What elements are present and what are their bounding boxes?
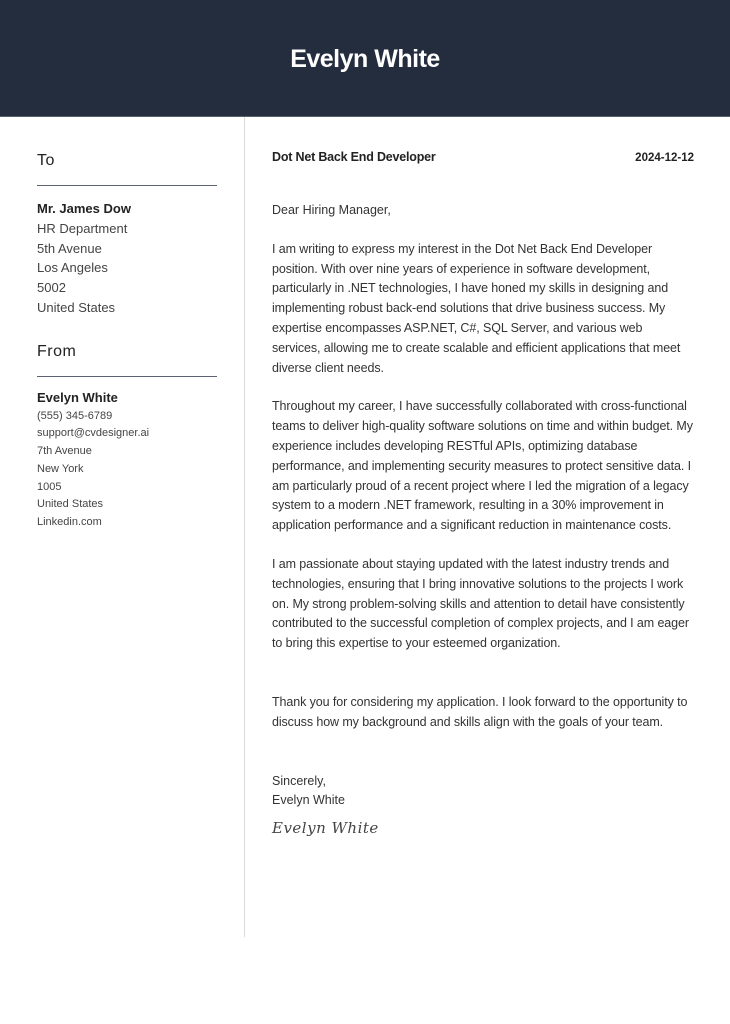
- letter-heading-row: Dot Net Back End Developer 2024-12-12: [272, 150, 694, 174]
- recipient-department: HR Department: [37, 220, 128, 236]
- sender-email: support@cvdesigner.ai: [37, 427, 150, 440]
- paragraph-passion: I am passionate about staying updated wi…: [272, 556, 689, 651]
- salutation: Dear Hiring Manager,: [272, 203, 391, 217]
- page-header: Evelyn White: [0, 0, 730, 117]
- column-divider: [244, 117, 245, 937]
- closing-phrase: Sincerely,: [272, 773, 326, 788]
- sender-city: New York: [37, 462, 84, 475]
- recipient-country: United States: [37, 299, 116, 315]
- recipient-block: Mr. James Dow HR Department 5th Avenue L…: [37, 199, 217, 318]
- recipient-postcode: 5002: [37, 280, 66, 296]
- letter-date: 2024-12-12: [635, 152, 694, 164]
- recipient-name: Mr. James Dow: [37, 201, 131, 216]
- from-section-rule: [37, 375, 217, 377]
- sender-name: Evelyn White: [37, 389, 118, 405]
- closing-name: Evelyn White: [272, 793, 345, 808]
- letter-body: Dot Net Back End Developer 2024-12-12 De…: [272, 150, 694, 837]
- to-section-rule: [37, 185, 217, 186]
- job-title: Dot Net Back End Developer: [272, 150, 436, 164]
- sidebar: To Mr. James Dow HR Department 5th Avenu…: [37, 150, 217, 532]
- header-name: Evelyn White: [290, 44, 440, 73]
- sender-phone: (555) 345-6789: [37, 409, 113, 422]
- paragraph-thanks: Thank you for considering my application…: [272, 694, 688, 729]
- recipient-city: Los Angeles: [37, 260, 108, 276]
- from-section-title: From: [37, 342, 77, 360]
- sender-country: United States: [37, 498, 104, 511]
- sender-street: 7th Avenue: [37, 445, 92, 458]
- sender-block: Evelyn White (555) 345-6789 support@cvde…: [37, 388, 217, 532]
- closing: Sincerely, Evelyn White: [272, 772, 694, 812]
- paragraph-experience: Throughout my career, I have successfull…: [272, 399, 693, 533]
- sender-linkedin: Linkedin.com: [37, 516, 102, 528]
- to-section-title: To: [37, 152, 55, 169]
- sender-postcode: 1005: [37, 480, 62, 493]
- recipient-street: 5th Avenue: [37, 240, 102, 256]
- signature: Evelyn White: [272, 819, 379, 838]
- paragraph-intro: I am writing to express my interest in t…: [272, 241, 681, 375]
